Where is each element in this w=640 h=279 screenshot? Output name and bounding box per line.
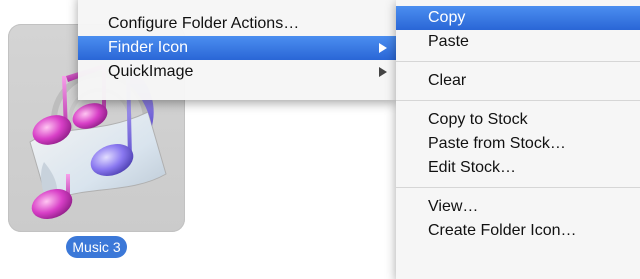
menu-item-label: Paste from Stock…: [428, 135, 566, 152]
menu-separator: [396, 61, 640, 62]
menu-item-finder-icon[interactable]: Finder Icon: [78, 36, 396, 60]
menu-item-view[interactable]: View…: [396, 195, 640, 219]
menu-separator: [396, 187, 640, 188]
menu-item-configure-folder-actions[interactable]: Configure Folder Actions…: [78, 12, 396, 36]
menu-item-label: Copy: [428, 9, 466, 26]
context-menu: Configure Folder Actions… Finder Icon Qu…: [78, 0, 396, 100]
menu-item-label: Create Folder Icon…: [428, 222, 577, 239]
menu-item-paste-from-stock[interactable]: Paste from Stock…: [396, 132, 640, 156]
menu-item-create-folder-icon[interactable]: Create Folder Icon…: [396, 219, 640, 243]
submenu-arrow-icon: [379, 67, 387, 77]
menu-item-quickimage[interactable]: QuickImage: [78, 60, 396, 84]
menu-item-clear[interactable]: Clear: [396, 69, 640, 93]
menu-item-label: Configure Folder Actions…: [108, 15, 300, 32]
submenu-arrow-icon: [379, 43, 387, 53]
menu-item-label: QuickImage: [108, 63, 194, 80]
icon-label[interactable]: Music 3: [66, 236, 127, 258]
menu-item-copy-to-stock[interactable]: Copy to Stock: [396, 108, 640, 132]
menu-item-label: Finder Icon: [108, 39, 189, 56]
menu-item-edit-stock[interactable]: Edit Stock…: [396, 156, 640, 180]
menu-item-label: Copy to Stock: [428, 111, 528, 128]
menu-item-label: Paste: [428, 33, 469, 50]
menu-item-paste[interactable]: Paste: [396, 30, 640, 54]
menu-separator: [396, 100, 640, 101]
finder-icon-submenu: Copy Paste Clear Copy to Stock Paste fro…: [396, 0, 640, 279]
menu-item-label: Clear: [428, 72, 467, 89]
menu-item-label: View…: [428, 198, 479, 215]
menu-item-copy[interactable]: Copy: [396, 6, 640, 30]
menu-item-label: Edit Stock…: [428, 159, 517, 176]
